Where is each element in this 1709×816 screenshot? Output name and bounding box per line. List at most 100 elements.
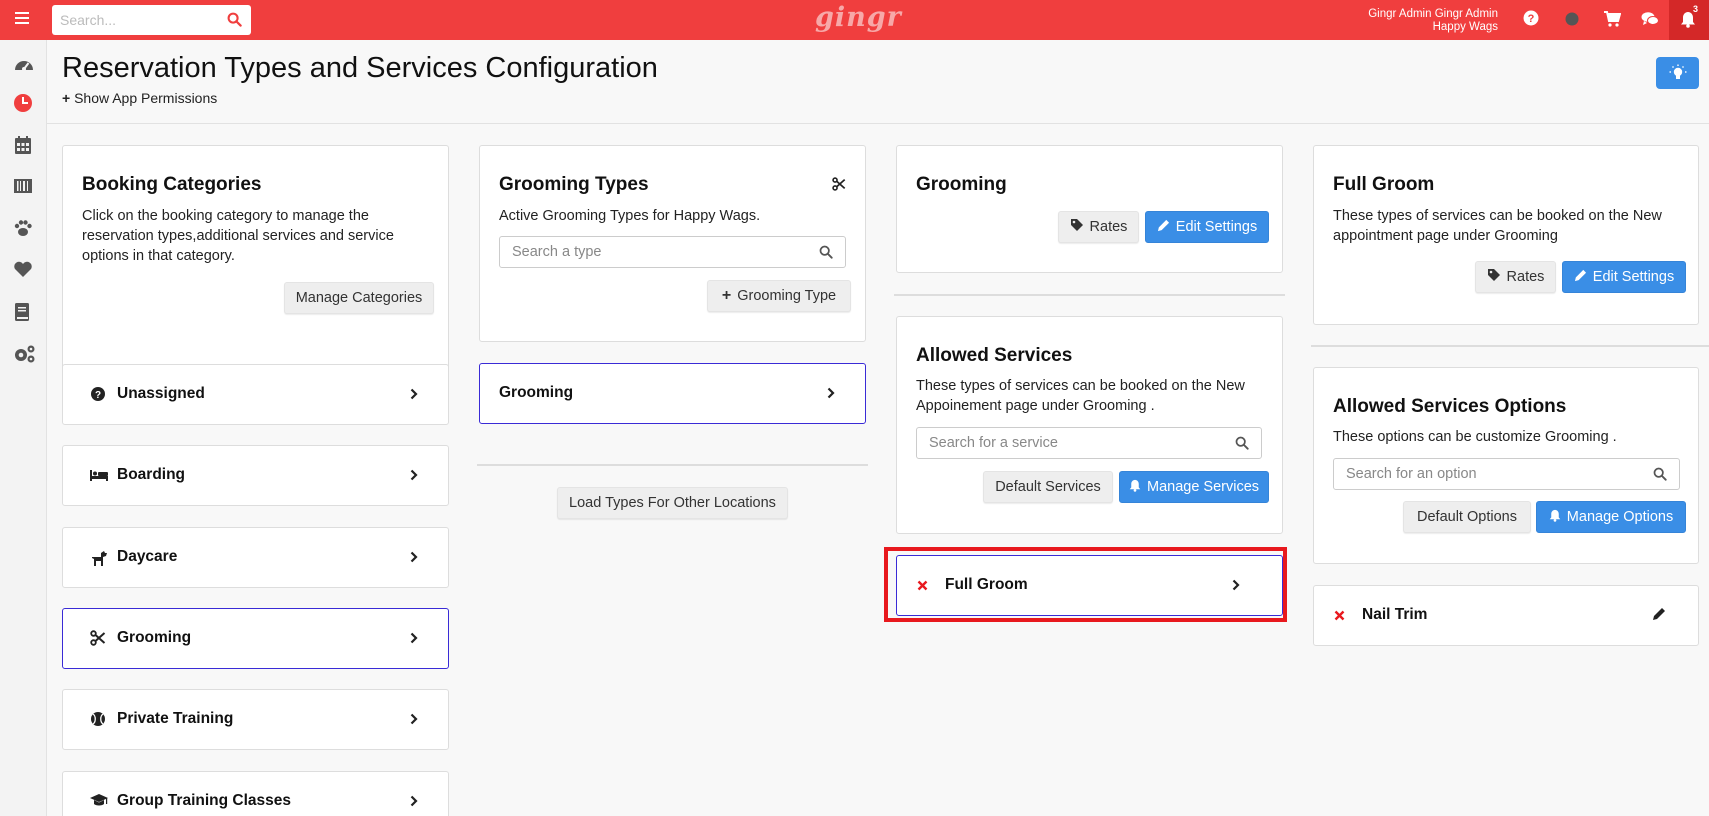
clock-icon[interactable]: [13, 93, 35, 115]
type-search-input[interactable]: [500, 237, 794, 267]
bed-icon: [90, 467, 108, 485]
dashboard-gauge-icon[interactable]: [13, 54, 35, 76]
service-item-full-groom[interactable]: Full Groom: [896, 555, 1283, 616]
allowed-options-title: Allowed Services Options: [1333, 396, 1567, 417]
full-groom-panel: Full Groom These types of services can b…: [1313, 145, 1699, 325]
category-group-training-classes[interactable]: Group Training Classes: [62, 771, 449, 816]
manage-categories-button[interactable]: Manage Categories: [284, 282, 434, 314]
grooming-types-title: Grooming Types: [499, 174, 649, 195]
chevron-right-icon: [410, 550, 418, 568]
cart-icon[interactable]: [1603, 11, 1622, 32]
help-icon[interactable]: ?: [1523, 10, 1539, 31]
barcode-icon[interactable]: [13, 177, 35, 199]
hamburger-menu-icon[interactable]: [14, 10, 36, 30]
pencil-icon[interactable]: [1652, 607, 1666, 626]
option-item-nail-trim[interactable]: Nail Trim: [1313, 585, 1699, 646]
plus-icon: +: [721, 287, 732, 304]
bell-icon: [1129, 479, 1141, 496]
add-grooming-type-button[interactable]: + Grooming Type: [707, 280, 851, 312]
grooming-detail-title: Grooming: [916, 174, 1007, 195]
rates-button[interactable]: Rates: [1058, 211, 1139, 243]
category-label: Boarding: [117, 466, 186, 483]
dog-icon: [90, 549, 108, 567]
full-groom-description: These types of services can be booked on…: [1333, 208, 1662, 244]
category-unassigned[interactable]: ? Unassigned: [62, 364, 449, 425]
status-indicator-icon[interactable]: [1565, 12, 1579, 31]
scissors-icon: [90, 630, 108, 648]
full-groom-title: Full Groom: [1333, 174, 1435, 195]
edit-settings-button[interactable]: Edit Settings: [1145, 211, 1269, 243]
grooming-types-panel: Grooming Types Active Grooming Types for…: [479, 145, 866, 342]
remove-x-icon[interactable]: [917, 578, 928, 596]
allowed-options-description: These options can be customize Grooming …: [1333, 429, 1617, 445]
grooming-type-item[interactable]: Grooming: [479, 363, 866, 424]
chat-icon[interactable]: [1641, 11, 1659, 32]
page-title: Reservation Types and Services Configura…: [62, 52, 658, 84]
category-private-training[interactable]: Private Training: [62, 689, 449, 750]
category-label: Unassigned: [117, 385, 205, 402]
category-boarding[interactable]: Boarding: [62, 445, 449, 506]
top-bar: gingr Gingr Admin Gingr Admin Happy Wags…: [0, 0, 1709, 40]
manage-options-label: Manage Options: [1566, 509, 1674, 525]
booking-categories-description: Click on the booking category to manage …: [82, 208, 394, 264]
remove-x-icon[interactable]: [1334, 608, 1345, 626]
tag-icon: [1070, 218, 1084, 236]
scissors-icon[interactable]: [832, 177, 846, 196]
user-info[interactable]: Gingr Admin Gingr Admin Happy Wags: [1368, 8, 1498, 34]
search-icon[interactable]: [227, 12, 242, 32]
calendar-icon[interactable]: [13, 135, 35, 157]
service-label: Full Groom: [945, 576, 1028, 593]
gingr-logo[interactable]: gingr: [815, 2, 902, 33]
option-search-input[interactable]: [1334, 459, 1628, 489]
heart-icon[interactable]: [13, 260, 35, 282]
tips-button[interactable]: [1656, 57, 1699, 89]
search-icon[interactable]: [1235, 436, 1249, 455]
category-daycare[interactable]: Daycare: [62, 527, 449, 588]
category-label: Grooming: [117, 629, 192, 646]
category-grooming[interactable]: Grooming: [62, 608, 449, 669]
chevron-right-icon: [410, 631, 418, 649]
bell-icon: [1549, 509, 1561, 526]
edit-settings-label: Edit Settings: [1175, 219, 1258, 235]
allowed-services-panel: Allowed Services These types of services…: [896, 316, 1283, 534]
chevron-right-icon: [1232, 578, 1240, 596]
bell-icon: [1680, 11, 1696, 33]
grooming-detail-panel: Grooming Rates Edit Settings: [896, 145, 1283, 273]
rates-label: Rates: [1089, 219, 1128, 235]
lightbulb-icon: [1669, 64, 1687, 87]
global-search: [52, 5, 251, 35]
book-icon[interactable]: [13, 302, 35, 324]
load-types-other-locations-button[interactable]: Load Types For Other Locations: [557, 487, 788, 519]
category-label: Private Training: [117, 710, 234, 727]
rates-button[interactable]: Rates: [1475, 261, 1556, 293]
booking-categories-title: Booking Categories: [82, 174, 262, 195]
default-services-button[interactable]: Default Services: [983, 471, 1113, 503]
column-divider: [894, 294, 1285, 296]
edit-settings-button[interactable]: Edit Settings: [1562, 261, 1686, 293]
add-grooming-type-label: Grooming Type: [737, 288, 837, 304]
allowed-services-description: These types of services can be booked on…: [916, 378, 1245, 414]
category-label: Daycare: [117, 548, 178, 565]
settings-gears-icon[interactable]: [13, 344, 35, 366]
pencil-icon: [1157, 219, 1170, 236]
notifications-button[interactable]: 3: [1669, 0, 1709, 40]
notification-count-badge: 3: [1692, 4, 1698, 14]
chevron-right-icon: [410, 387, 418, 405]
option-search: [1333, 458, 1680, 490]
manage-options-button[interactable]: Manage Options: [1536, 501, 1686, 533]
manage-services-button[interactable]: Manage Services: [1119, 471, 1269, 503]
service-search-input[interactable]: [917, 428, 1210, 458]
chevron-right-icon: [410, 712, 418, 730]
default-options-button[interactable]: Default Options: [1403, 501, 1531, 533]
global-search-input[interactable]: [52, 5, 212, 35]
grooming-types-description: Active Grooming Types for Happy Wags.: [499, 208, 761, 224]
svg-text:?: ?: [1528, 13, 1535, 25]
show-app-permissions-link[interactable]: + Show App Permissions: [62, 90, 217, 106]
paw-icon[interactable]: [13, 218, 35, 240]
user-name: Gingr Admin Gingr Admin: [1368, 8, 1498, 20]
chevron-right-icon: [410, 794, 418, 812]
search-icon[interactable]: [819, 245, 833, 264]
search-icon[interactable]: [1653, 467, 1667, 486]
column-divider: [477, 464, 868, 466]
left-nav: [0, 40, 47, 816]
